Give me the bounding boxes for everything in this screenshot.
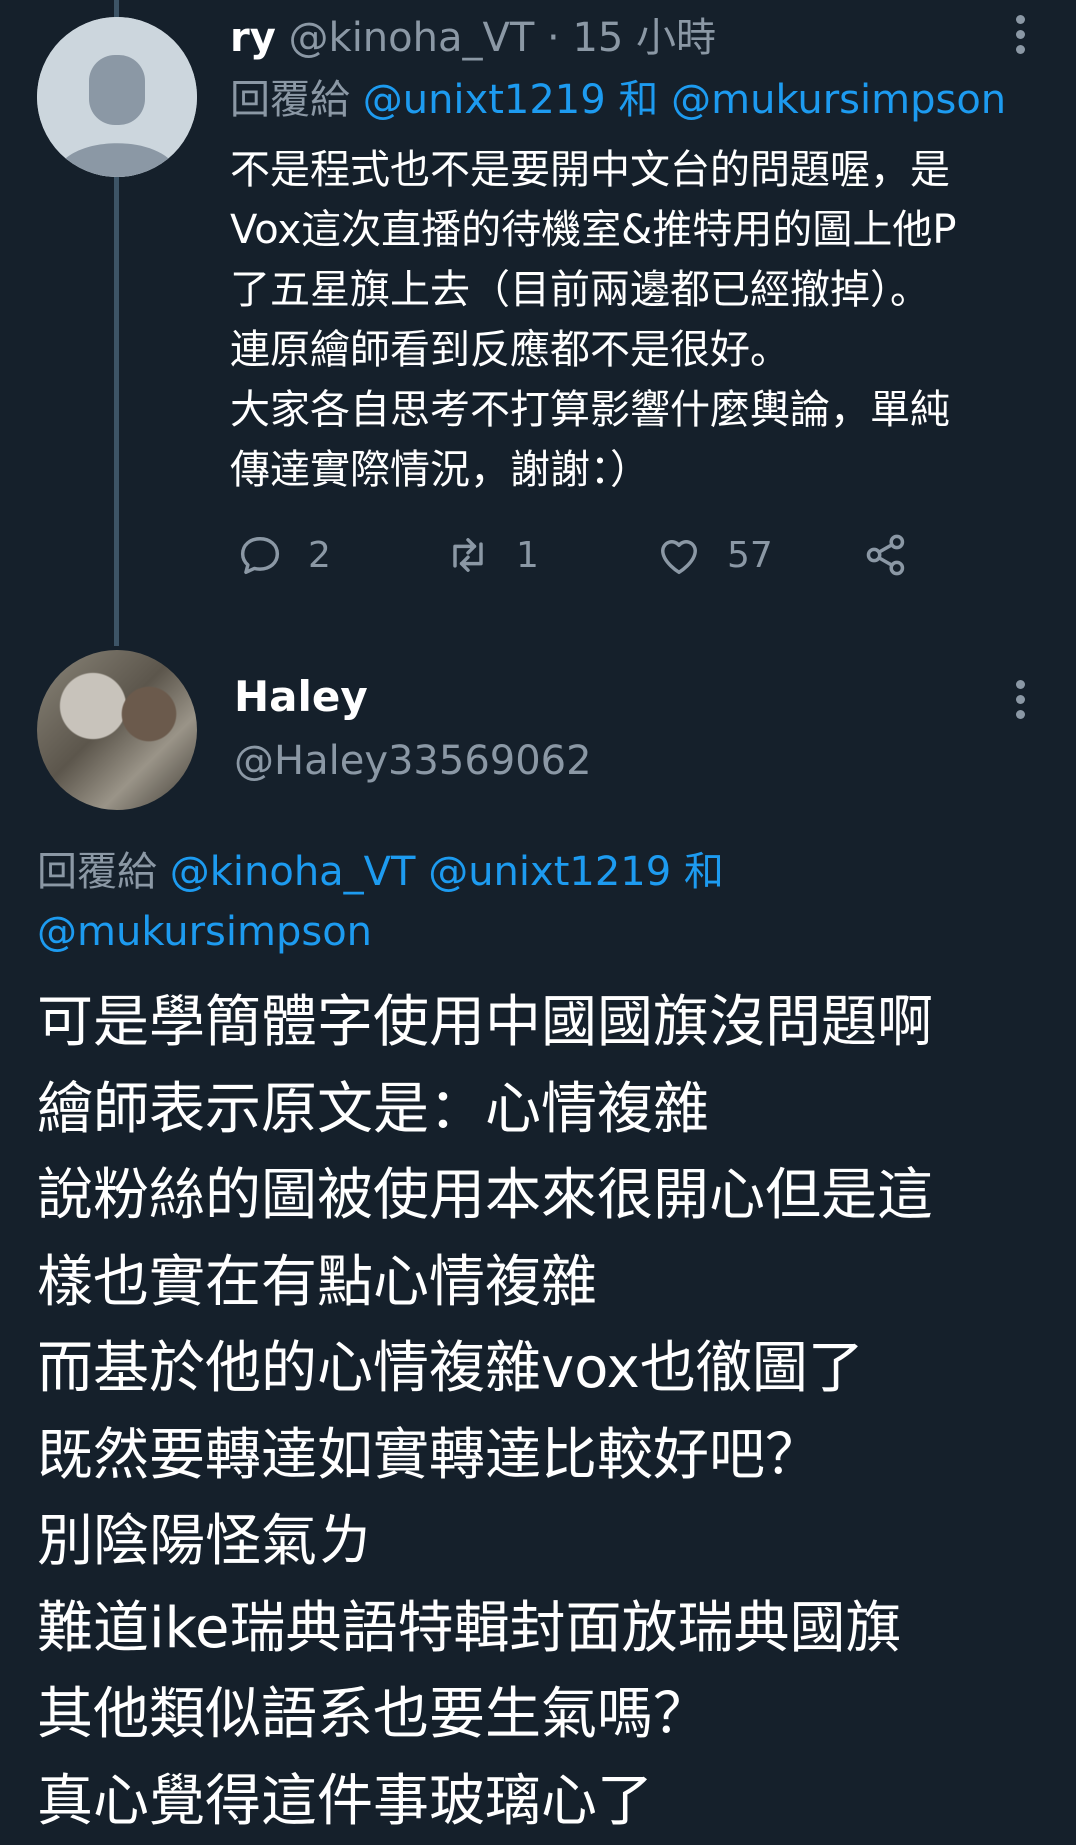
tweet-actions: 2 1 57 <box>230 520 930 590</box>
tweet-text: 可是學簡體字使用中國國旗沒問題啊 繪師表示原文是：心情複雜 說粉絲的圖被使用本來… <box>37 980 1067 1845</box>
reply-and: 和 <box>684 849 724 895</box>
retweet-icon <box>442 529 494 581</box>
tweet-text: 不是程式也不是要開中文台的問題喔，是 Vox這次直播的待機室&推特用的圖上他P … <box>230 140 1030 500</box>
tweet-text-line: 了五星旗上去（目前兩邊都已經撤掉）。 <box>230 260 1030 320</box>
avatar-default[interactable] <box>37 17 197 177</box>
tweet-text-line: 不是程式也不是要開中文台的問題喔，是 <box>230 140 1030 200</box>
tweet-text-line: 而基於他的心情複雜vox也徹圖了 <box>37 1326 1067 1413</box>
user-handle[interactable]: @Haley33569062 <box>234 738 592 784</box>
tweet-text-line: 難道ike瑞典語特輯封面放瑞典國旗 <box>37 1586 1067 1673</box>
user-handle[interactable]: @kinoha_VT <box>289 15 535 61</box>
reply-and: 和 <box>618 77 658 123</box>
tweet-text-line: 說粉絲的圖被使用本來很開心但是這 <box>37 1153 1067 1240</box>
display-name[interactable]: Haley <box>234 672 368 721</box>
tweet-text-line: Vox這次直播的待機室&推特用的圖上他P <box>230 200 1030 260</box>
tweet-text-line: 其他類似語系也要生氣嗎？ <box>37 1672 1067 1759</box>
mention-link[interactable]: @unixt1219 <box>428 849 671 895</box>
like-button[interactable]: 57 <box>653 520 773 590</box>
like-icon <box>653 529 705 581</box>
tweet-text-line: 連原繪師看到反應都不是很好。 <box>230 320 1030 380</box>
tweet-text-line: 真心覺得這件事玻璃心了 <box>37 1759 1067 1845</box>
retweet-count: 1 <box>516 535 539 576</box>
reply-context: 回覆給 @kinoha_VT @unixt1219 和 @mukursimpso… <box>37 842 1037 962</box>
tweet-text-line: 既然要轉達如實轉達比較好吧？ <box>37 1413 1067 1500</box>
tweet-timestamp[interactable]: · 15 小時 <box>547 15 716 61</box>
tweet-text-line: 大家各自思考不打算影響什麼輿論，單純 <box>230 380 1030 440</box>
display-name[interactable]: ry <box>230 15 276 61</box>
tweet-header: ry @kinoha_VT · 15 小時 <box>230 12 716 64</box>
mention-link[interactable]: @unixt1219 <box>363 77 606 123</box>
default-user-icon <box>37 17 197 177</box>
more-options-icon[interactable] <box>1014 15 1026 59</box>
reply-prefix: 回覆給 <box>37 849 157 895</box>
mention-link[interactable]: @mukursimpson <box>37 909 372 955</box>
reply-icon <box>234 529 286 581</box>
mention-link[interactable]: @kinoha_VT <box>170 849 416 895</box>
tweet-text-line: 別陰陽怪氣ㄌ <box>37 1499 1067 1586</box>
tweet-text-line: 樣也實在有點心情複雜 <box>37 1240 1067 1327</box>
avatar-photo[interactable] <box>37 650 197 810</box>
tweet-text-line: 可是學簡體字使用中國國旗沒問題啊 <box>37 980 1067 1067</box>
more-options-icon[interactable] <box>1014 680 1026 724</box>
reply-prefix: 回覆給 <box>230 77 350 123</box>
like-count: 57 <box>727 535 773 576</box>
mention-link[interactable]: @mukursimpson <box>671 77 1006 123</box>
reply-count: 2 <box>308 535 331 576</box>
tweet-text-line: 繪師表示原文是：心情複雜 <box>37 1067 1067 1154</box>
tweet-text-line: 傳達實際情況，謝謝：） <box>230 440 1030 500</box>
reply-context: 回覆給 @unixt1219 和 @mukursimpson <box>230 74 1006 126</box>
retweet-button[interactable]: 1 <box>442 520 539 590</box>
share-button[interactable] <box>860 520 934 590</box>
share-icon <box>860 529 912 581</box>
reply-button[interactable]: 2 <box>234 520 331 590</box>
